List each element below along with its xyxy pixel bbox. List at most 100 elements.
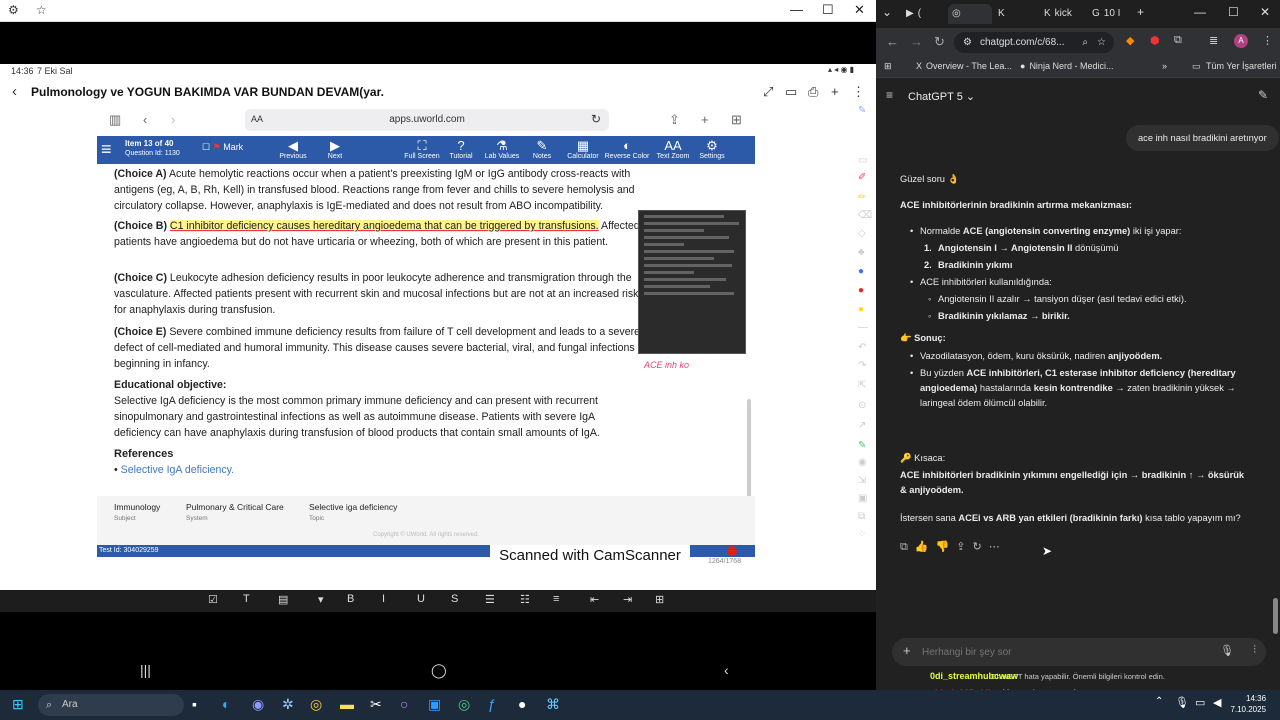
obs-icon[interactable]: ○ — [400, 696, 408, 712]
mic-tray-icon[interactable]: 🎙 — [1175, 696, 1189, 709]
home-button[interactable]: ◯ — [431, 662, 447, 679]
sidebar-toggle-icon[interactable]: ≡ — [886, 88, 893, 102]
reading-list-icon[interactable]: ≣ — [1209, 34, 1218, 47]
format-tool-icon[interactable]: B — [347, 593, 354, 605]
browser-tab[interactable]: K — [994, 4, 1038, 24]
url-field[interactable]: AA apps.uworld.com ↻ — [245, 109, 609, 131]
format-tool-icon[interactable]: ⊞ — [655, 593, 664, 606]
puzzle-icon[interactable]: ⧉ — [1174, 34, 1182, 47]
format-tool-icon[interactable]: ≡ — [553, 593, 559, 605]
share-icon[interactable]: ⇪ — [669, 112, 680, 128]
notes-thumbnail[interactable] — [638, 210, 746, 354]
more-icon[interactable]: ⋮ — [852, 84, 865, 100]
browser-tab[interactable]: ▶( — [902, 4, 946, 24]
pointer-icon[interactable]: ⇱ — [858, 380, 866, 391]
ublock-icon[interactable]: ⬢ — [1150, 34, 1160, 47]
new-chat-icon[interactable]: ✎ — [1258, 88, 1268, 102]
back-icon[interactable]: ← — [886, 34, 899, 49]
export-icon[interactable]: ⇲ — [858, 475, 866, 486]
format-tool-icon[interactable]: ☑ — [208, 593, 218, 606]
reload-icon[interactable]: ↻ — [934, 34, 945, 50]
model-selector[interactable]: ChatGPT 5 ⌄ — [908, 90, 975, 103]
maximize-button[interactable]: ☐ — [1228, 5, 1239, 19]
clock[interactable]: 14:36 7.10.2025 — [1230, 693, 1266, 715]
blue-color-icon[interactable]: ● — [858, 266, 864, 277]
new-tab-icon[interactable]: + — [701, 112, 709, 127]
close-button[interactable]: ✕ — [854, 2, 865, 18]
store-icon[interactable]: ▣ — [428, 696, 441, 713]
maximize-button[interactable]: ☐ — [822, 2, 834, 18]
discord-icon[interactable]: ◉ — [252, 696, 264, 713]
format-tool-icon[interactable]: ☰ — [485, 593, 495, 606]
microphone-icon[interactable]: 🎙 — [1220, 644, 1234, 657]
star-icon[interactable]: ☆ — [36, 3, 47, 17]
format-tool-icon[interactable]: ▾ — [318, 593, 324, 606]
red-color-icon[interactable]: ● — [858, 285, 864, 296]
tab-search-icon[interactable]: ⌄ — [882, 5, 892, 19]
recents-button[interactable]: ||| — [140, 662, 151, 678]
tray-chevron-icon[interactable]: ⌃ — [1155, 696, 1163, 707]
site-info-icon[interactable]: ⚙ — [963, 32, 972, 53]
undo-icon[interactable]: ↶ — [858, 342, 866, 353]
chrome-icon[interactable]: ◎ — [310, 696, 322, 713]
tabs-grid-icon[interactable]: ⊞ — [731, 112, 742, 128]
marker-icon[interactable]: ✐ — [858, 172, 866, 183]
sidebar-icon[interactable]: ▥ — [109, 112, 121, 128]
display-icon[interactable]: ▭ — [1195, 696, 1205, 709]
bookmark-item[interactable]: X Overview - The Lea... — [916, 61, 1012, 71]
app-f-icon[interactable]: ƒ — [488, 696, 496, 712]
bookmarks-more[interactable]: » — [1162, 61, 1167, 71]
format-tool-icon[interactable]: I — [382, 593, 385, 605]
forward-icon[interactable]: › — [171, 112, 175, 127]
network-app-icon[interactable]: ⌘ — [546, 696, 560, 713]
format-tool-icon[interactable]: S — [451, 593, 458, 605]
search-icon[interactable]: ⌕ — [1082, 32, 1088, 53]
eye-icon[interactable]: ◉ — [858, 457, 867, 468]
copy-icon[interactable]: ⧉ — [900, 541, 908, 553]
address-bar[interactable]: ⚙ chatgpt.com/c/68... ⌕ ☆ — [954, 32, 1114, 53]
close-button[interactable]: ✕ — [1260, 5, 1270, 19]
regenerate-icon[interactable]: ↻ — [972, 541, 981, 553]
add-attachment-icon[interactable]: + — [903, 643, 911, 658]
format-tool-icon[interactable]: ▤ — [278, 593, 288, 606]
apps-icon[interactable]: ⁘ — [858, 529, 866, 540]
menu-icon[interactable]: ≡ — [101, 139, 112, 160]
back-icon[interactable]: ‹ — [143, 112, 147, 127]
expand-icon[interactable]: ⤢ — [763, 84, 773, 100]
pen-tool-icon[interactable]: ✎ — [858, 105, 866, 116]
avatar[interactable]: A — [1234, 34, 1248, 48]
tool-calculator[interactable]: ▦ Calculator — [558, 138, 608, 160]
image-icon[interactable]: ▣ — [858, 493, 867, 504]
redo-icon[interactable]: ↷ — [858, 360, 866, 371]
tool-settings[interactable]: ⚙ Settings — [687, 138, 737, 160]
format-tool-icon[interactable]: ☷ — [520, 593, 530, 606]
voice-mode-icon[interactable]: ⫶ — [1253, 644, 1256, 657]
settings-icon[interactable]: ⚙ — [8, 3, 19, 17]
chrome-profile-icon[interactable]: ◎ — [458, 696, 470, 713]
minimize-button[interactable]: — — [790, 2, 803, 17]
back-button[interactable]: ‹ — [724, 662, 729, 678]
all-bookmarks[interactable]: Tüm Yer İşaretleri — [1206, 61, 1277, 71]
edge-icon[interactable]: ◐ — [222, 696, 230, 712]
back-arrow-icon[interactable]: ‹ — [12, 83, 17, 100]
line-icon[interactable]: — — [858, 322, 868, 333]
shape-icon[interactable]: ◇ — [858, 228, 866, 239]
menu-icon[interactable]: ⋮ — [1262, 34, 1273, 47]
forward-icon[interactable]: → — [910, 34, 923, 49]
task-view-icon[interactable]: ▪ — [192, 696, 197, 712]
new-tab-button[interactable]: + — [1137, 5, 1144, 19]
thumbs-up-icon[interactable]: 👍 — [915, 541, 929, 553]
volume-icon[interactable]: ◀ — [1213, 696, 1221, 709]
copy-icon[interactable]: ⧉ — [858, 511, 865, 522]
format-tool-icon[interactable]: ⇥ — [623, 593, 632, 606]
checkbox-icon[interactable]: ☐ — [202, 142, 210, 152]
book-icon[interactable]: ▭ — [785, 84, 797, 100]
browser-tab[interactable]: Kkick — [1040, 4, 1084, 24]
yellow-color-icon[interactable]: ● — [858, 304, 864, 315]
tool-reverse-color[interactable]: ◐ Reverse Color — [602, 138, 652, 160]
reference-link[interactable]: Selective IgA deficiency. — [121, 464, 234, 476]
highlighter-icon[interactable]: ✏ — [858, 192, 866, 203]
star-icon[interactable]: ☆ — [1097, 32, 1106, 53]
capcut-icon[interactable]: ✂ — [370, 696, 382, 713]
format-tool-icon[interactable]: T — [243, 593, 250, 605]
